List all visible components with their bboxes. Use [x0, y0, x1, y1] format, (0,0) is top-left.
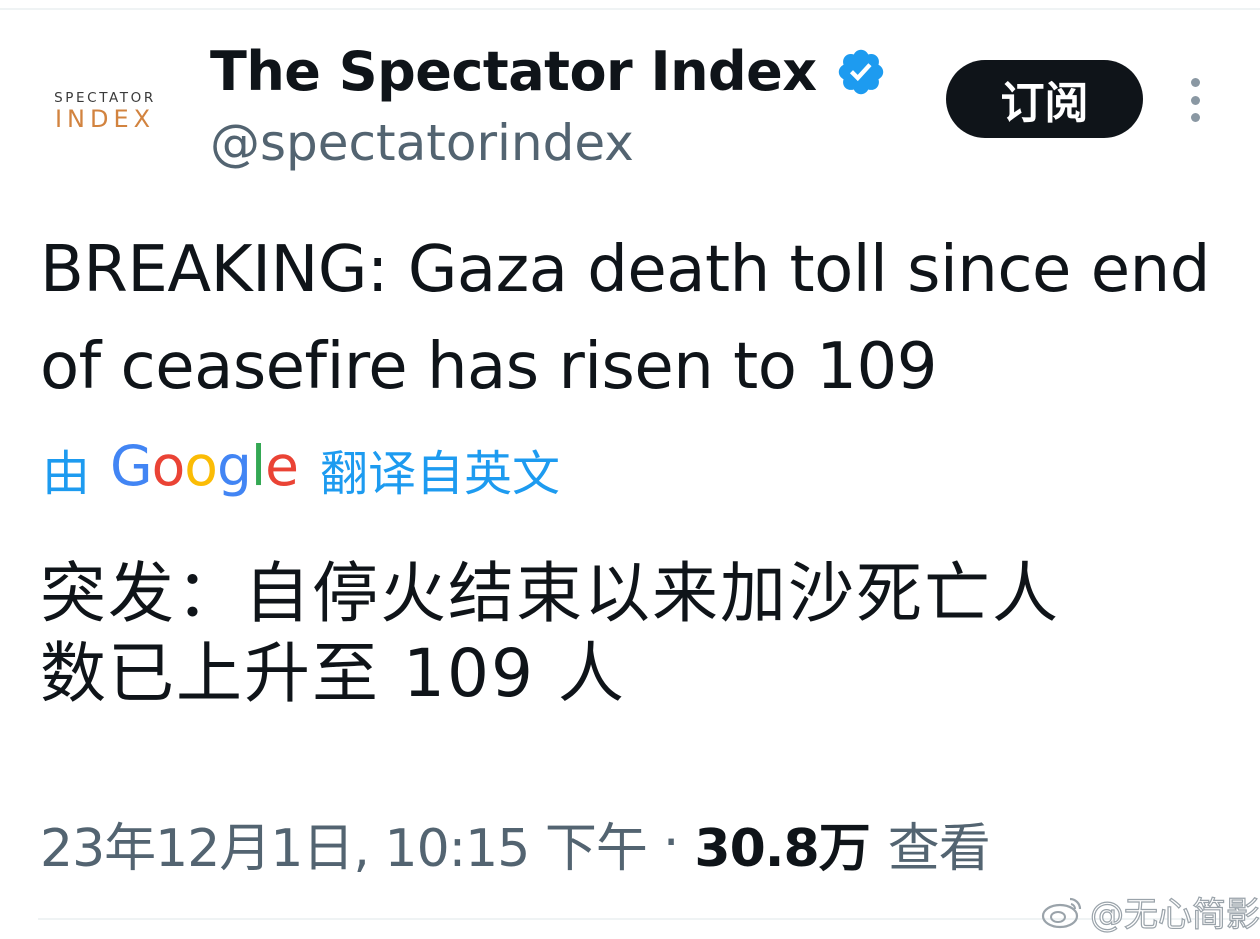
translated-by-label: 由	[42, 446, 91, 502]
tweet-meta: 23年12月1日, 10:15 下午 · 30.8万 查看	[40, 806, 991, 881]
top-divider	[0, 8, 1260, 10]
display-name[interactable]: The Spectator Index	[210, 40, 817, 103]
google-letter: o	[184, 434, 218, 498]
avatar-text-index: INDEX	[54, 105, 156, 133]
google-letter: g	[216, 434, 252, 498]
more-dot	[1190, 113, 1200, 122]
tweet-text: BREAKING: Gaza death toll since end of c…	[40, 233, 1210, 404]
watermark: @无心简影	[1040, 886, 1260, 936]
translated-from-label: 翻译自英文	[320, 446, 561, 502]
avatar[interactable]: SPECTATOR INDEX	[30, 70, 180, 160]
more-vertical-icon[interactable]	[1183, 78, 1207, 122]
meta-separator: ·	[662, 813, 680, 873]
google-letter: G	[110, 434, 153, 498]
google-letter: l	[250, 434, 266, 498]
views-count: 30.8万	[694, 818, 870, 879]
views-label: 查看	[887, 818, 991, 879]
display-name-row: The Spectator Index	[210, 36, 887, 106]
translated-text: 突发：自停火结束以来加沙死亡人 数已上升至 109 人	[40, 554, 1230, 714]
timestamp-link[interactable]: 23年12月1日, 10:15 下午	[40, 806, 648, 881]
verified-badge-icon	[838, 49, 883, 95]
google-logo-icon: Google	[110, 434, 299, 498]
watermark-text: @无心简影	[1089, 894, 1260, 935]
account-handle[interactable]: @spectatorindex	[210, 114, 634, 172]
google-letter: e	[265, 434, 299, 498]
more-dot	[1190, 95, 1200, 105]
translated-text-line: 突发：自停火结束以来加沙死亡人	[40, 555, 1060, 632]
google-letter: o	[151, 434, 186, 498]
subscribe-button[interactable]: 订阅	[946, 60, 1143, 138]
avatar-text-spectator: SPECTATOR	[54, 90, 156, 106]
more-dot	[1190, 78, 1200, 87]
translated-text-line: 数已上升至 109 人	[40, 635, 626, 712]
weibo-logo-icon	[1041, 897, 1082, 929]
translation-link[interactable]: 由 Google 翻译自英文	[42, 434, 561, 502]
